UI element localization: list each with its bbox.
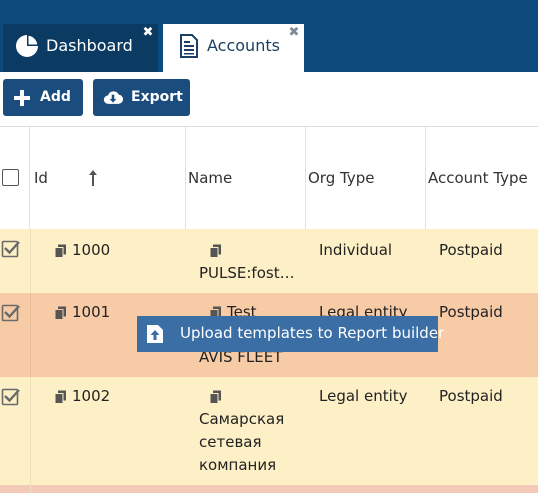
copy-icon[interactable] [54, 390, 67, 404]
header-org-type[interactable]: Org Type [306, 127, 426, 230]
tab-dashboard[interactable]: Dashboard ✖ [3, 24, 158, 72]
copy-icon[interactable] [209, 390, 222, 404]
cell-name-line: компания [199, 456, 277, 474]
select-all-checkbox[interactable] [2, 169, 19, 186]
cell-id: 1001 [72, 303, 111, 321]
copy-icon[interactable] [54, 244, 67, 258]
cell-id: 1000 [72, 241, 111, 259]
row-checkbox-checked[interactable] [1, 239, 21, 259]
copy-icon[interactable] [209, 244, 222, 258]
column-header-org-type: Org Type [308, 169, 375, 187]
divider [30, 229, 31, 293]
cell-account-type: Postpaid [439, 387, 503, 405]
add-button-label: Add [40, 89, 71, 105]
add-button[interactable]: Add [3, 79, 83, 116]
accounts-table: Id Name Org Type Account Type 1000 PULSE… [0, 126, 538, 493]
table-row[interactable]: 1000 PULSE:fost… Individual Postpaid [0, 229, 538, 293]
header-name[interactable]: Name [186, 127, 306, 230]
pie-chart-icon [16, 34, 39, 57]
close-icon[interactable]: ✖ [142, 26, 154, 39]
tab-accounts[interactable]: Accounts ✖ [163, 24, 304, 72]
close-icon[interactable]: ✖ [288, 26, 300, 39]
copy-icon[interactable] [54, 306, 67, 320]
tooltip-text: Upload templates to Report builder [180, 324, 445, 342]
export-button[interactable]: Export [93, 79, 190, 116]
cell-name-line: PULSE:fost… [199, 264, 295, 282]
column-header-id: Id [34, 169, 48, 187]
upload-icon [147, 325, 163, 343]
tab-dashboard-label: Dashboard [46, 36, 133, 55]
table-row[interactable] [0, 485, 538, 493]
cell-id: 1002 [72, 387, 111, 405]
header-id[interactable]: Id [30, 127, 186, 230]
table-header: Id Name Org Type Account Type [0, 126, 538, 230]
cell-org-type: Individual [319, 241, 393, 259]
cell-org-type: Legal entity [319, 387, 408, 405]
cell-account-type: Postpaid [439, 303, 503, 321]
row-checkbox-checked[interactable] [1, 303, 21, 323]
document-list-icon [180, 34, 198, 58]
divider [30, 293, 31, 377]
cloud-download-icon [103, 91, 123, 104]
divider [30, 377, 31, 485]
divider [30, 485, 31, 493]
cell-account-type: Postpaid [439, 241, 503, 259]
header-select-cell [0, 127, 30, 230]
upload-templates-tooltip: Upload templates to Report builder [137, 316, 444, 352]
row-checkbox-checked[interactable] [1, 387, 21, 407]
plus-icon [14, 90, 30, 106]
column-header-name: Name [188, 169, 233, 187]
column-header-account-type: Account Type [428, 169, 528, 187]
header-account-type[interactable]: Account Type [426, 127, 538, 230]
tab-accounts-label: Accounts [207, 36, 280, 55]
cell-name-line: Самарская [199, 410, 285, 428]
cell-name-line: сетевая [199, 433, 262, 451]
sort-ascending-icon[interactable] [88, 169, 98, 187]
table-row[interactable]: 1002 Самарская сетевая компания Legal en… [0, 377, 538, 485]
tab-bar: Dashboard ✖ Accounts ✖ [0, 0, 538, 72]
export-button-label: Export [131, 89, 183, 105]
